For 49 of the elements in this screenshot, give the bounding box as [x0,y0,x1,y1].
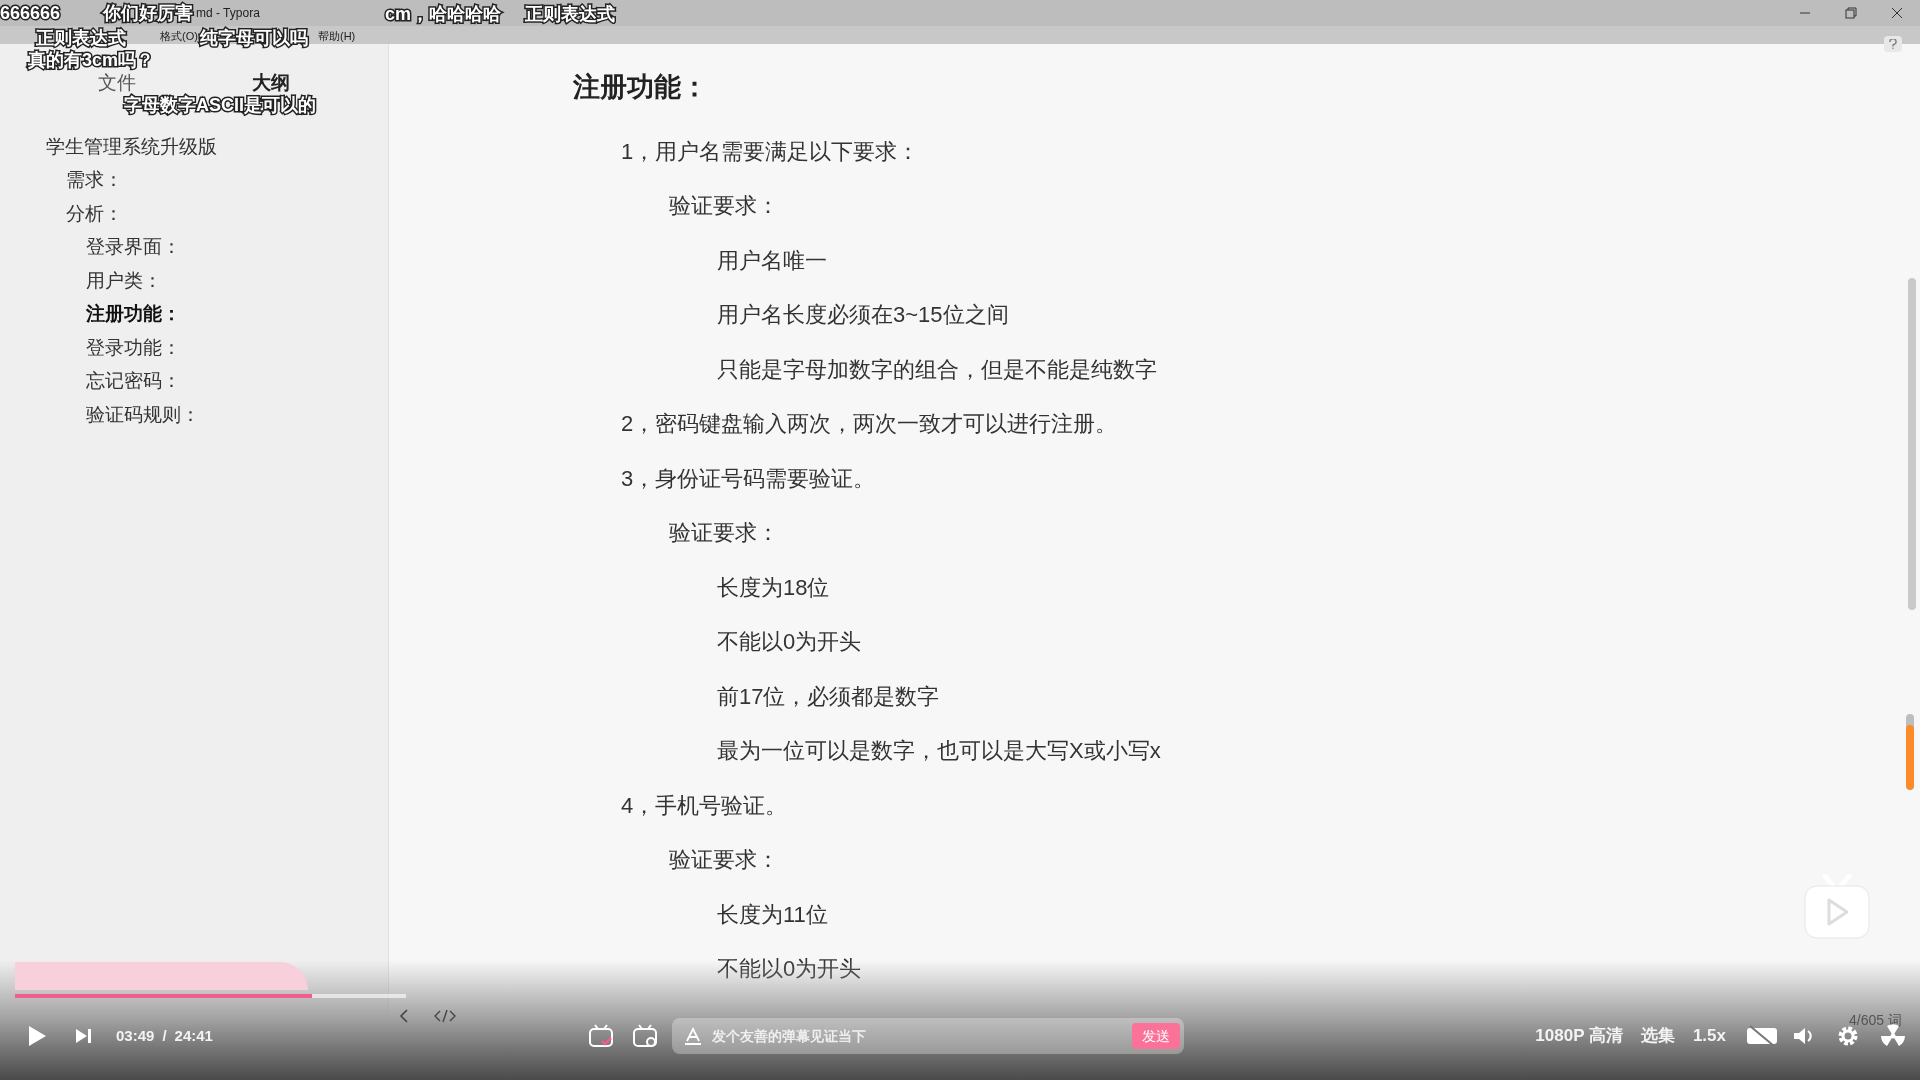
danmaku-field[interactable]: 发个友善的弹幕见证当下 [711,1025,1132,1047]
heading: 注册功能： [573,71,709,104]
menu-item[interactable]: 帮助(H) [318,28,356,45]
outline-item[interactable]: 忘记密码： [86,367,181,396]
paragraph: 验证要求： [669,519,779,548]
paragraph: 1，用户名需要满足以下要求： [621,137,920,166]
paragraph: 长度为18位 [717,573,830,602]
paragraph: 4，手机号验证。 [621,791,788,820]
back-button[interactable] [398,1008,410,1024]
outline-item[interactable]: 需求： [66,166,123,195]
paragraph: 最为一位可以是数字，也可以是大写X或小写x [717,737,1161,766]
danmaku-comment: 正则表达式 [525,4,615,24]
paragraph: 不能以0为开头 [717,628,862,657]
paragraph: 不能以0为开头 [717,955,862,984]
paragraph: 3，身份证号码需要验证。 [621,464,876,493]
danmaku-comment: 正则表达式 [36,28,126,48]
subtitle-off-icon[interactable] [1746,1025,1778,1047]
source-code-button[interactable] [434,1008,456,1024]
play-button[interactable] [26,1024,48,1048]
outline-item[interactable]: 用户类： [86,266,162,295]
word-count: 4/605 词 [1849,1011,1902,1030]
outline-item[interactable]: 注册功能： [86,300,181,329]
outline-item[interactable]: 登录功能： [86,333,181,362]
current-time: 03:49 [116,1025,155,1046]
help-icon[interactable] [1884,36,1902,52]
danmaku-comment: 666666 [0,3,61,23]
time-separator: / [162,1025,167,1046]
paragraph: 验证要求： [669,192,779,221]
menu-item[interactable]: 格式(O) [160,28,198,45]
paragraph: 只能是字母加数字的组合，但是不能是纯数字 [717,355,1157,384]
outline-item[interactable]: 分析： [66,199,123,228]
paragraph: 用户名长度必须在3~15位之间 [717,301,1009,330]
outline-item[interactable]: 学生管理系统升级版 [46,132,217,161]
duration: 24:41 [174,1025,213,1046]
paragraph: 验证要求： [669,846,779,875]
paragraph: 2，密码键盘输入两次，两次一致才可以进行注册。 [621,410,1118,439]
settings-icon[interactable] [1836,1024,1860,1048]
font-style-icon[interactable] [683,1027,702,1045]
danmaku-toggle-icon[interactable] [587,1023,614,1049]
restore-icon[interactable] [1845,7,1857,19]
outline-item[interactable]: 登录界面： [86,233,181,262]
paragraph: 前17位，必须都是数字 [717,682,940,711]
next-button[interactable] [74,1027,92,1045]
paragraph: 长度为11位 [717,900,828,929]
close-icon[interactable] [1891,7,1903,19]
paragraph: 用户名唯一 [717,246,827,275]
danmaku-settings-icon[interactable] [631,1023,658,1049]
window-title: md - Typora [196,5,260,22]
outline-item[interactable]: 验证码规则： [86,400,200,429]
